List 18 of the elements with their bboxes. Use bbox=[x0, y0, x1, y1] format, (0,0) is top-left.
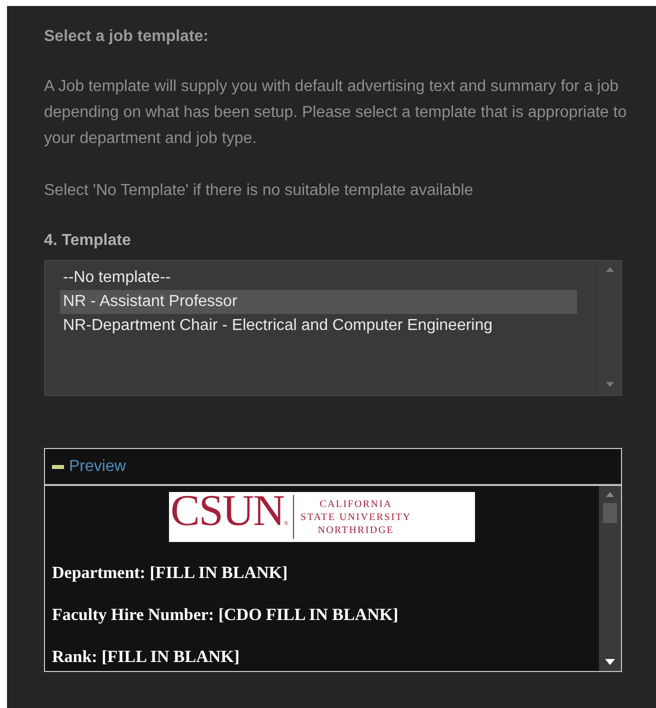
template-option[interactable]: --No template-- bbox=[60, 266, 577, 290]
instruction-text: Select 'No Template' if there is no suitable template available bbox=[44, 181, 474, 201]
instruction-text: A Job template will supply you with default advertising text and summary for a job depending on what has been setup. Please select a template that is appropriate to your department and job type. bbox=[44, 77, 628, 149]
template-option[interactable]: NR-Department Chair - Electrical and Computer Engineering bbox=[60, 314, 577, 338]
scrollbar[interactable] bbox=[599, 486, 621, 671]
preview-field-text: Rank: [FILL IN BLANK] bbox=[52, 646, 241, 668]
preview-field-text: Faculty Hire Number: [CDO FILL IN BLANK] bbox=[52, 604, 400, 626]
preview-title[interactable]: Preview bbox=[69, 458, 126, 476]
scroll-thumb[interactable] bbox=[603, 503, 617, 523]
template-option[interactable]: NR - Assistant Professor bbox=[60, 290, 577, 314]
section-heading: Select a job template: bbox=[44, 27, 210, 47]
scroll-up-icon[interactable] bbox=[606, 267, 614, 272]
collapse-icon[interactable] bbox=[52, 464, 64, 470]
scroll-up-icon[interactable] bbox=[606, 492, 614, 497]
scroll-down-icon[interactable] bbox=[605, 659, 615, 665]
preview-field-text: Department: [FILL IN BLANK] bbox=[52, 562, 289, 584]
field-label: 4. Template bbox=[44, 231, 132, 251]
template-listbox[interactable]: --No template-- NR - Assistant Professor NR-Department Chair - Electrical and Computer Engineering bbox=[44, 260, 622, 396]
